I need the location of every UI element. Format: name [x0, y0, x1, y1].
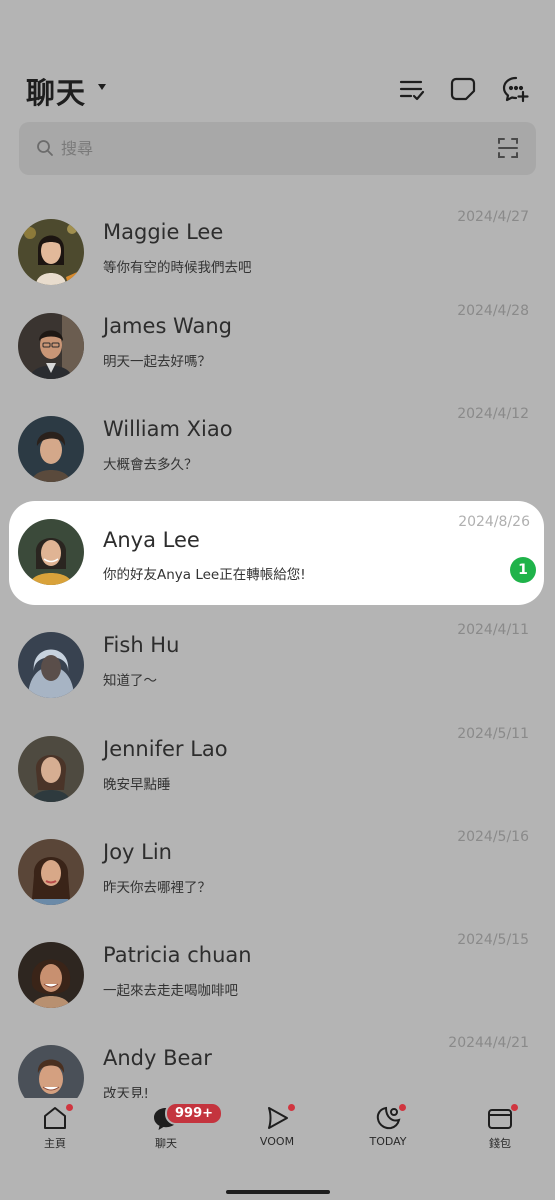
home-icon: [41, 1104, 73, 1132]
notification-dot: [66, 1104, 73, 1111]
chat-row[interactable]: Joy Lin 昨天你去哪裡了？ 2024/5/16: [0, 827, 555, 927]
message-date: 2024/5/16: [457, 829, 529, 845]
message-preview: 等你有空的時候我們去吧: [103, 260, 252, 276]
avatar[interactable]: [18, 632, 84, 698]
message-date: 2024/4/27: [457, 209, 529, 225]
checklist-icon[interactable]: [397, 74, 427, 104]
message-preview: 改天見!: [103, 1086, 149, 1098]
scan-icon[interactable]: [497, 136, 519, 160]
message-date: 2024/5/15: [457, 932, 529, 948]
tab-label: 聊天: [155, 1137, 177, 1150]
message-preview: 大概會去多久？: [103, 457, 198, 473]
tab-today[interactable]: TODAY: [348, 1104, 428, 1160]
search-bar[interactable]: [19, 122, 536, 175]
message-date: 2024/5/11: [457, 726, 529, 742]
page-title[interactable]: 聊天: [26, 70, 86, 112]
header: 聊天: [0, 60, 555, 116]
notification-dot: [288, 1104, 295, 1111]
avatar[interactable]: [18, 219, 84, 285]
message-date: 2024/4/11: [457, 622, 529, 638]
contact-name: Andy Bear: [103, 1046, 212, 1070]
tab-label: 錢包: [489, 1137, 511, 1150]
chat-row[interactable]: James Wang 明天一起去好嗎？ 2024/4/28: [0, 301, 555, 401]
tab-label: VOOM: [259, 1135, 295, 1148]
contact-name: Jennifer Lao: [103, 737, 228, 761]
notification-dot: [399, 1104, 406, 1111]
tab-label: 主頁: [44, 1137, 66, 1150]
chat-row[interactable]: Jennifer Lao 晚安早點睡 2024/5/11: [0, 724, 555, 824]
chevron-down-icon[interactable]: [98, 84, 106, 90]
avatar[interactable]: [18, 736, 84, 802]
avatar[interactable]: [18, 1045, 84, 1098]
tab-label: TODAY: [369, 1135, 407, 1148]
notification-dot: [511, 1104, 518, 1111]
contact-name: Maggie Lee: [103, 220, 224, 244]
contact-name: Anya Lee: [103, 528, 200, 552]
chat-row-highlighted[interactable]: Anya Lee 你的好友Anya Lee正在轉帳給您! 2024/8/26 1: [9, 501, 544, 605]
contact-name: Fish Hu: [103, 633, 180, 657]
contact-name: William Xiao: [103, 417, 233, 441]
today-icon: [374, 1104, 406, 1132]
voom-icon: [263, 1104, 295, 1132]
message-preview: 晚安早點睡: [103, 777, 171, 793]
message-preview: 你的好友Anya Lee正在轉帳給您!: [103, 567, 306, 583]
tab-wallet[interactable]: 錢包: [460, 1104, 540, 1160]
tab-voom[interactable]: VOOM: [237, 1104, 317, 1160]
message-date: 2024/4/12: [457, 406, 529, 422]
contact-name: Joy Lin: [103, 840, 172, 864]
message-date: 2024/8/26: [458, 514, 530, 530]
chat-row[interactable]: Andy Bear 改天見! 20244/4/21: [0, 1033, 555, 1098]
avatar[interactable]: [18, 519, 84, 585]
unread-badge: 1: [510, 557, 536, 583]
message-preview: 昨天你去哪裡了？: [103, 880, 211, 896]
message-preview: 一起來去走走喝咖啡吧: [103, 983, 238, 999]
bottom-tab-bar: 主頁 聊天 VOOM TODAY 錢包: [0, 1098, 555, 1168]
tab-home[interactable]: 主頁: [15, 1104, 95, 1160]
message-date: 2024/4/28: [457, 303, 529, 319]
avatar[interactable]: [18, 416, 84, 482]
message-preview: 明天一起去好嗎？: [103, 354, 211, 370]
chat-row[interactable]: Fish Hu 知道了～ 2024/4/11: [0, 620, 555, 720]
chat-row[interactable]: William Xiao 大概會去多久？ 2024/4/12: [0, 404, 555, 504]
chat-row[interactable]: Patricia chuan 一起來去走走喝咖啡吧 2024/5/15: [0, 930, 555, 1030]
contact-name: James Wang: [103, 314, 232, 338]
avatar[interactable]: [18, 313, 84, 379]
wallet-icon: [486, 1104, 518, 1132]
search-icon: [36, 139, 54, 157]
search-input[interactable]: [61, 134, 461, 162]
home-indicator: [226, 1190, 330, 1194]
contact-name: Patricia chuan: [103, 943, 252, 967]
add-chat-icon[interactable]: [501, 74, 531, 104]
new-note-icon[interactable]: [448, 74, 478, 104]
avatar[interactable]: [18, 942, 84, 1008]
message-date: 20244/4/21: [448, 1035, 529, 1051]
chat-row[interactable]: Maggie Lee 等你有空的時候我們去吧 2024/4/27: [0, 207, 555, 307]
avatar[interactable]: [18, 839, 84, 905]
chat-badge: 999+: [165, 1102, 224, 1125]
message-preview: 知道了～: [103, 673, 157, 689]
